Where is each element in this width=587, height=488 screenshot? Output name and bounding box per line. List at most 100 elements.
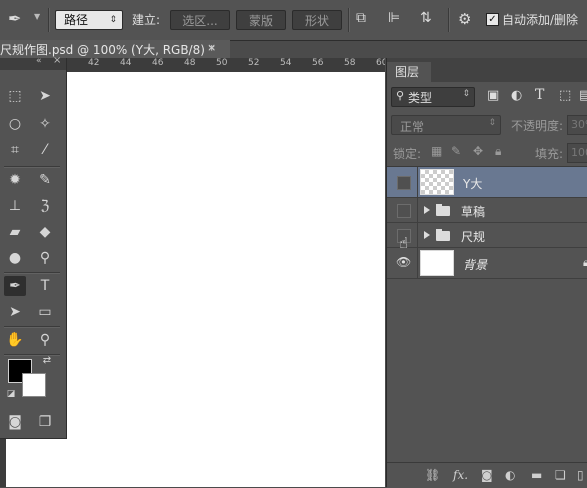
filter-kind-select[interactable]: ⚲ 类型 ⇕ [391, 87, 475, 107]
crop-tool-icon[interactable]: ⌗ [4, 140, 26, 160]
layer-row-bei-jing[interactable]: 👁︎ 背景 🔒︎ [387, 248, 587, 279]
magic-wand-tool-icon[interactable]: ✧ [34, 114, 56, 134]
horizontal-ruler: 42 44 46 48 50 52 54 56 58 60 [66, 58, 385, 73]
folder-icon [436, 204, 450, 216]
layer-thumbnail [420, 250, 454, 276]
chevron-down-icon[interactable]: ▼ [34, 12, 40, 21]
history-brush-tool-icon[interactable]: ℨ [34, 196, 56, 216]
separator [417, 248, 418, 278]
close-tab-icon[interactable]: × [207, 41, 216, 54]
lock-position-icon[interactable]: ✥ [473, 144, 483, 158]
blend-mode-select[interactable]: 正常 ⇕ [391, 115, 501, 135]
fx-icon[interactable]: fx. [453, 468, 468, 482]
pen-mode-select[interactable]: 路径 ⇕ [55, 10, 123, 30]
healing-brush-tool-icon[interactable]: ✹ [4, 170, 26, 190]
layers-panel-footer: ⛓ fx. ◙ ◐ ▬ ❏ ▯ [387, 462, 587, 488]
layer-row-y-da[interactable]: Y大 [387, 167, 587, 198]
path-selection-tool-icon[interactable]: ➤ [4, 302, 26, 322]
type-filter-icon[interactable]: T [535, 87, 544, 103]
collapse-icon[interactable]: « [36, 56, 42, 66]
tools-panel-header[interactable]: « × [0, 55, 66, 70]
eye-icon[interactable]: 👁︎ [396, 255, 411, 269]
ruler-tick-label: 58 [344, 58, 356, 68]
rectangle-tool-icon[interactable]: ▭ [34, 302, 56, 322]
gear-icon[interactable]: ⚙ [458, 10, 471, 28]
type-tool-icon[interactable]: T [34, 276, 56, 296]
updown-arrows-icon: ⇕ [462, 89, 470, 99]
pen-tool-icon[interactable]: ✒ [4, 276, 26, 296]
close-icon[interactable]: × [53, 55, 61, 66]
auto-add-delete-checkbox[interactable]: ✓ [486, 13, 499, 26]
swap-colors-icon[interactable]: ⇄ [36, 354, 58, 368]
layer-visibility-toggle[interactable] [397, 176, 411, 190]
layer-name: 尺规 [461, 230, 486, 244]
path-alignment-icon[interactable]: ⊫ [388, 10, 400, 26]
lock-transparent-icon[interactable]: ▦ [431, 144, 442, 158]
options-bar: ✒ ▼ 路径 ⇕ 建立: 选区... 蒙版 形状 ⧉ ⊫ ⇅ ⚙ ✓ 自动添加/… [0, 0, 587, 41]
filter-kind-value: 类型 [408, 91, 433, 105]
document-tab[interactable]: 尺规作图.psd @ 100% (Y大, RGB/8) * × [0, 40, 230, 58]
zoom-tool-icon[interactable]: ⚲ [34, 330, 56, 350]
separator [4, 166, 60, 168]
make-shape-button[interactable]: 形状 [292, 10, 342, 30]
lock-image-icon[interactable]: ✎ [451, 144, 461, 158]
ruler-tick-label: 54 [280, 58, 292, 68]
expand-group-icon[interactable] [424, 206, 430, 214]
path-operations-icon[interactable]: ⧉ [356, 10, 366, 26]
ruler-tick-label: 44 [120, 58, 132, 68]
background-color-swatch[interactable] [22, 373, 46, 397]
updown-arrows-icon: ⇕ [109, 15, 117, 25]
blur-tool-icon[interactable]: ● [4, 248, 26, 268]
brush-tool-icon[interactable]: ✎ [34, 170, 56, 190]
opacity-value: 30% [571, 118, 587, 131]
move-tool-icon[interactable]: ➤ [34, 86, 56, 106]
layer-row-cao-gao[interactable]: 草稿 [387, 198, 587, 223]
ruler-tick-label: 46 [152, 58, 164, 68]
layer-row-chi-gui[interactable]: 尺规 [387, 223, 587, 248]
lasso-tool-icon[interactable]: ○ [4, 114, 26, 134]
smart-object-filter-icon[interactable]: ▤ [579, 88, 587, 103]
eraser-tool-icon[interactable]: ▰ [4, 222, 26, 242]
blend-mode-value: 正常 [400, 120, 425, 134]
expand-group-icon[interactable] [424, 231, 430, 239]
default-colors-icon[interactable]: ◪ [0, 388, 22, 400]
pen-tool-preset-icon[interactable]: ✒ [8, 9, 21, 28]
make-label: 建立: [132, 13, 161, 27]
link-layers-icon[interactable]: ⛓ [425, 468, 440, 482]
ruler-tick-label: 52 [248, 58, 260, 68]
adjustment-layer-icon[interactable]: ◐ [505, 468, 515, 482]
layer-visibility-toggle[interactable] [397, 204, 411, 218]
delete-layer-icon[interactable]: ▯ [577, 468, 584, 482]
eyedropper-tool-icon[interactable]: ⁄ [34, 140, 56, 160]
marquee-tool-icon[interactable]: ⬚ [4, 86, 26, 106]
separator [448, 8, 450, 32]
make-selection-button[interactable]: 选区... [170, 10, 230, 30]
layer-name: 草稿 [461, 205, 486, 219]
pen-mode-value: 路径 [64, 13, 89, 27]
tab-layers[interactable]: 图层 [387, 62, 431, 82]
fill-input[interactable]: 100 [567, 143, 587, 163]
path-arrangement-icon[interactable]: ⇅ [420, 10, 432, 26]
lock-all-icon[interactable]: 🔒︎ [495, 144, 501, 159]
opacity-input[interactable]: 30% [567, 115, 587, 135]
new-layer-icon[interactable]: ❏ [555, 468, 566, 482]
updown-arrows-icon: ⇕ [488, 118, 496, 128]
separator [4, 272, 60, 274]
ruler-tick-label: 48 [184, 58, 196, 68]
paint-bucket-tool-icon[interactable]: ◆ [34, 222, 56, 242]
hand-tool-icon[interactable]: ✋ [4, 330, 26, 350]
adjustment-filter-icon[interactable]: ◐ [511, 88, 522, 103]
image-filter-icon[interactable]: ▣ [487, 88, 499, 103]
search-icon: ⚲ [396, 89, 405, 102]
add-mask-icon[interactable]: ◙ [481, 468, 493, 482]
make-mask-button[interactable]: 蒙版 [236, 10, 286, 30]
separator [417, 223, 418, 247]
shape-filter-icon[interactable]: ⬚ [559, 88, 571, 103]
screen-mode-icon[interactable]: ❐ [34, 412, 56, 432]
dodge-tool-icon[interactable]: ⚲ [34, 248, 56, 268]
new-group-icon[interactable]: ▬ [531, 468, 542, 482]
document-tab-title: 尺规作图.psd @ 100% (Y大, RGB/8) * [0, 43, 215, 57]
quick-mask-icon[interactable]: ◙ [4, 412, 26, 432]
clone-stamp-tool-icon[interactable]: ⊥ [4, 196, 26, 216]
separator [417, 198, 418, 222]
